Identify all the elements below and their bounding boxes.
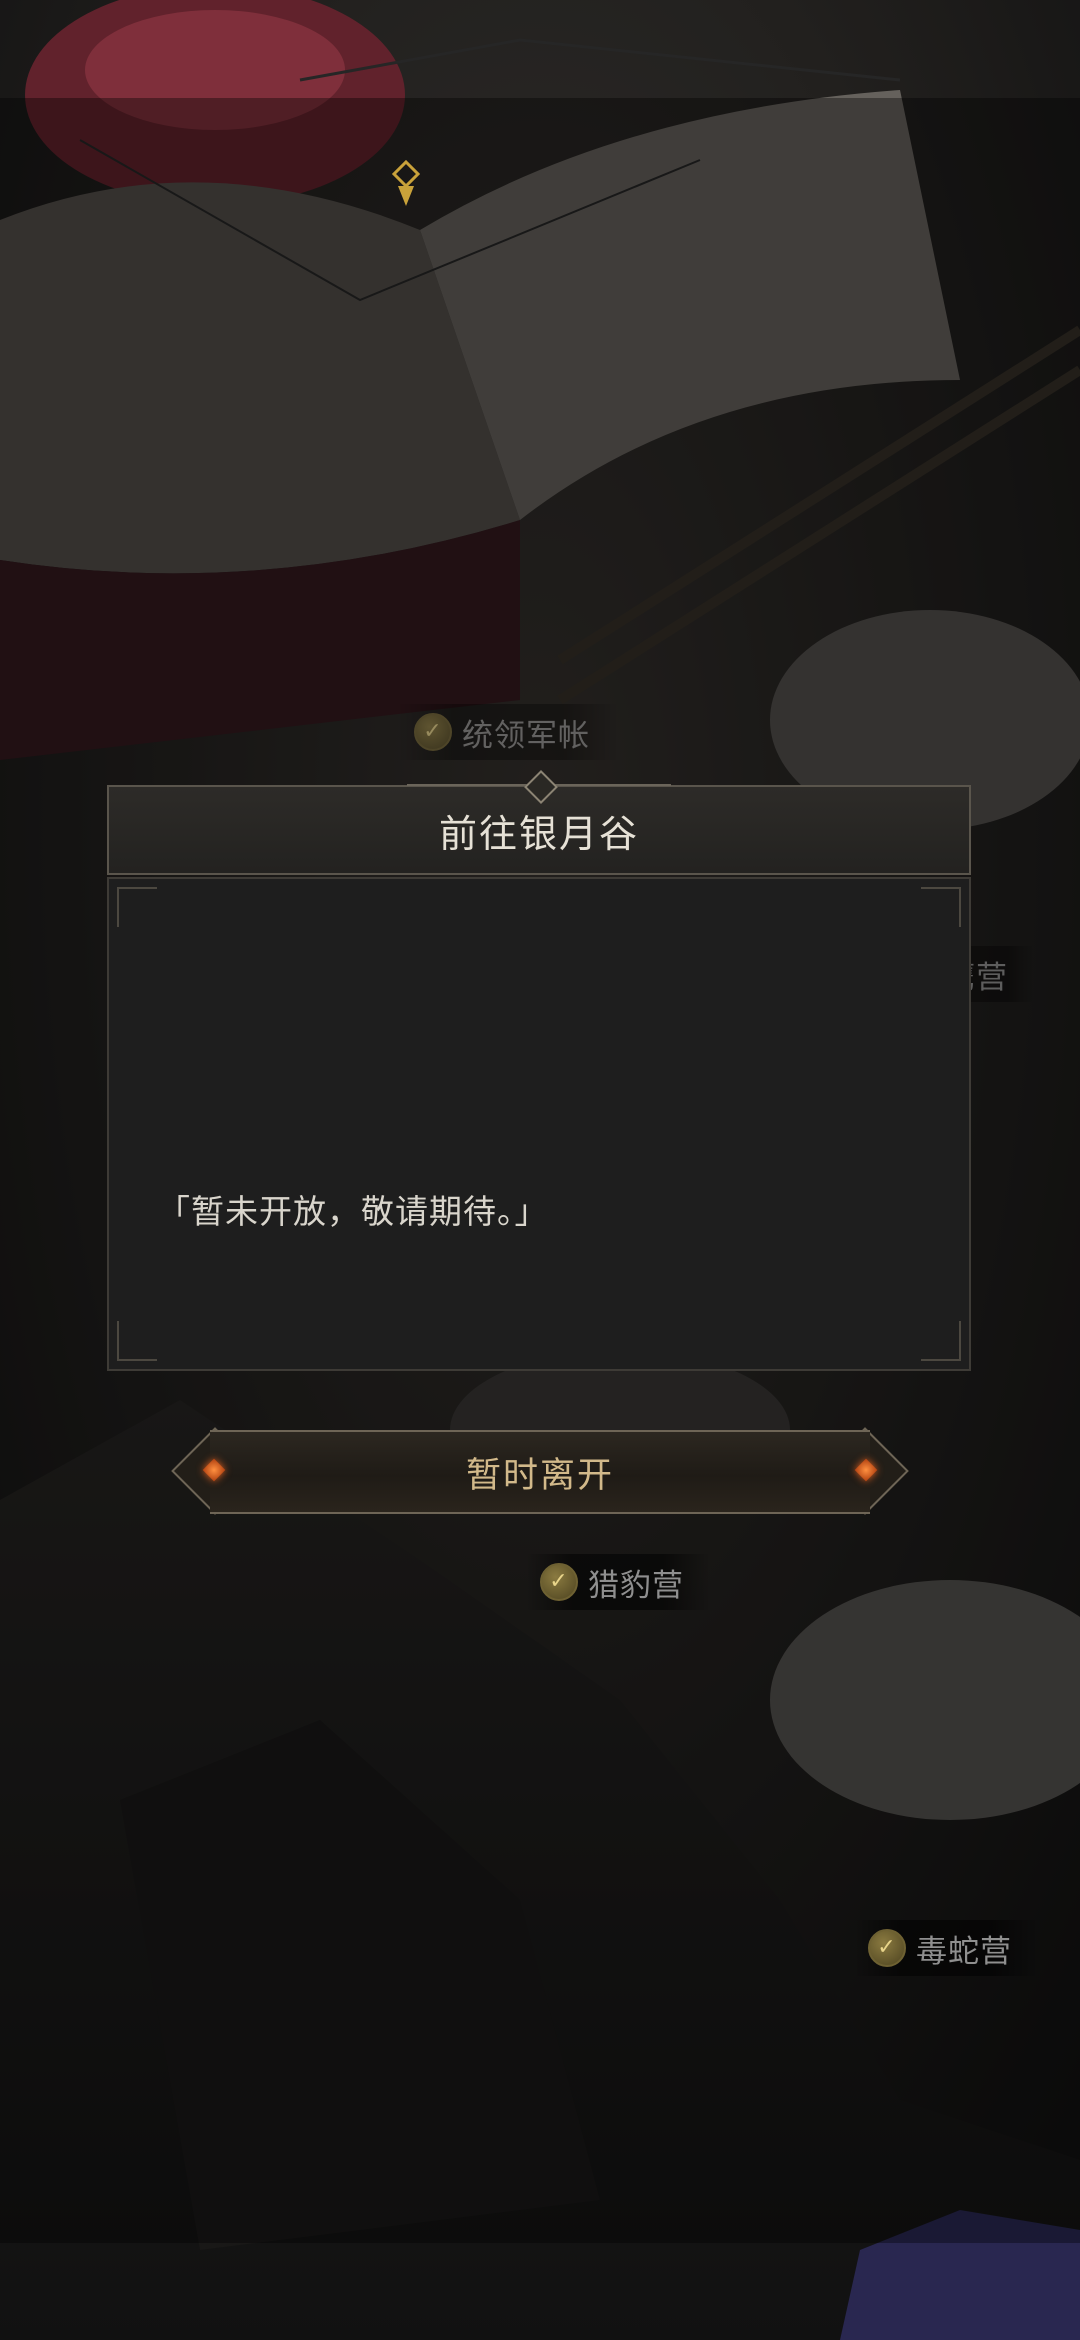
corner-ornament bbox=[117, 1321, 157, 1361]
dialog-body: 「暂未开放，敬请期待。」 bbox=[107, 877, 971, 1371]
check-icon: ✓ bbox=[868, 1929, 906, 1967]
leave-button-label: 暂时离开 bbox=[465, 1455, 614, 1496]
camp-label-commander-tent[interactable]: ✓ 统领军帐 bbox=[400, 704, 616, 760]
check-icon: ✓ bbox=[540, 1563, 578, 1601]
corner-ornament bbox=[117, 887, 157, 927]
corner-ornament bbox=[921, 887, 961, 927]
dialog-message: 「暂未开放，敬请期待。」 bbox=[157, 1192, 549, 1231]
camp-name: 毒蛇营 bbox=[916, 1933, 1012, 1970]
camp-label-leopard-camp[interactable]: ✓ 猎豹营 bbox=[526, 1554, 710, 1610]
leave-button[interactable]: 暂时离开 bbox=[170, 1424, 910, 1516]
bottom-shade bbox=[0, 2243, 1080, 2340]
dialog-title: 前往银月谷 bbox=[438, 811, 639, 856]
header-ornament-line-left bbox=[407, 784, 527, 786]
location-marker-icon bbox=[392, 160, 420, 206]
corner-ornament bbox=[921, 1321, 961, 1361]
header-ornament-line-right bbox=[551, 784, 671, 786]
top-shade bbox=[0, 0, 1080, 98]
check-icon: ✓ bbox=[414, 713, 452, 751]
camp-name: 统领军帐 bbox=[462, 717, 590, 754]
camp-label-viper-camp[interactable]: ✓ 毒蛇营 bbox=[854, 1920, 1038, 1976]
travel-dialog: 前往银月谷 「暂未开放，敬请期待。」 bbox=[107, 770, 971, 1371]
leave-button-body: 暂时离开 bbox=[210, 1430, 870, 1514]
camp-name: 猎豹营 bbox=[588, 1567, 684, 1604]
